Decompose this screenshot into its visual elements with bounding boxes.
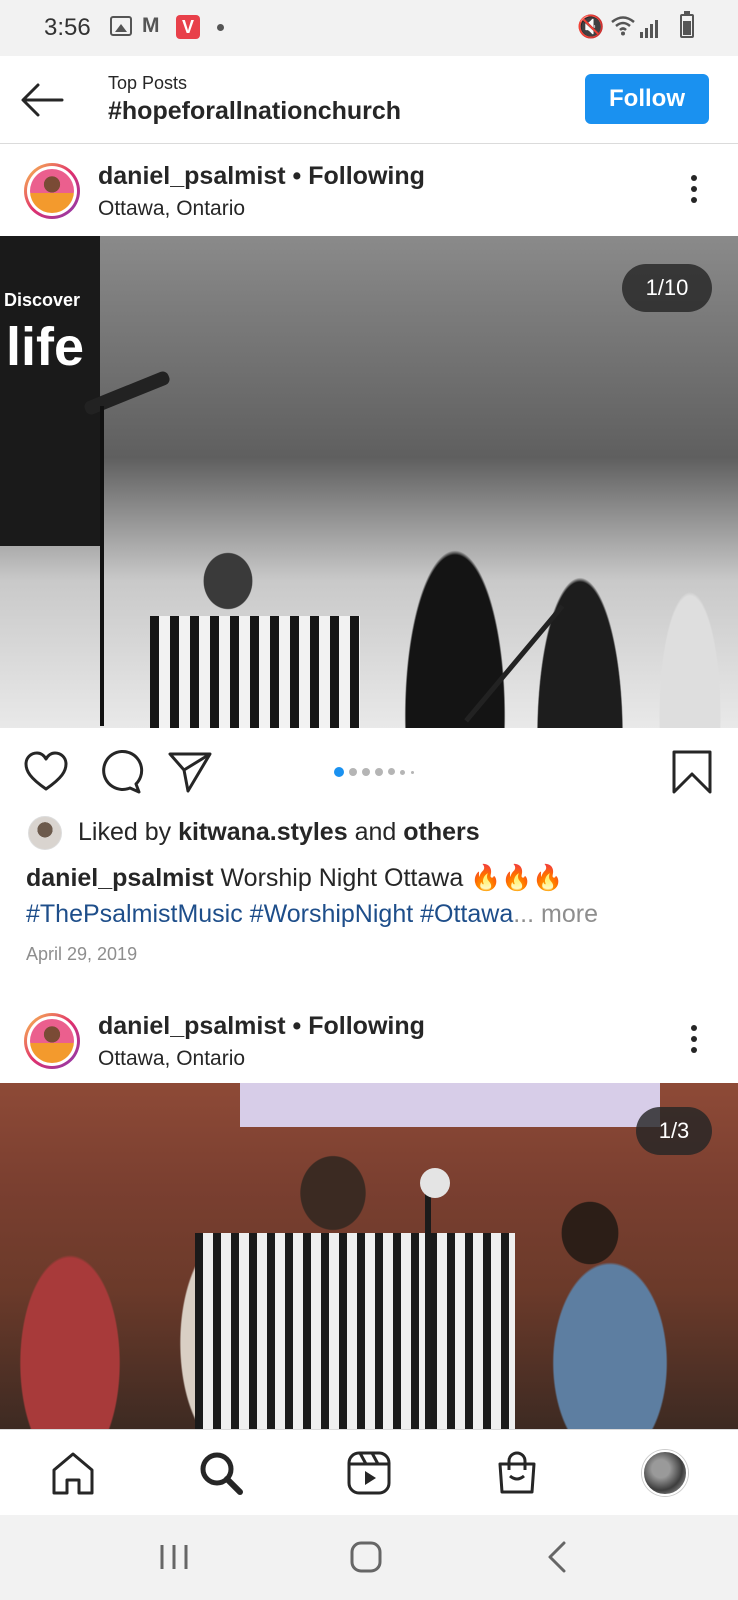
vivaldi-icon: V [176,15,200,39]
projection-screen [240,1083,660,1127]
status-bar: 3:56 M V 🔇 [0,0,738,56]
more-options-icon[interactable] [682,171,706,211]
separator-dot: • [292,162,302,190]
post-username[interactable]: daniel_psalmist [98,1012,286,1040]
liker-avatar [28,816,62,850]
post-location[interactable]: Ottawa, Ontario [98,1047,245,1071]
shop-icon[interactable] [492,1448,542,1498]
battery-icon [680,11,694,38]
church-banner: Discover life [4,290,85,377]
wifi-icon [610,14,636,42]
back-arrow-icon[interactable] [18,78,66,122]
avatar[interactable] [24,1013,80,1069]
following-label[interactable]: Following [308,1012,425,1040]
profile-avatar[interactable] [642,1450,688,1496]
post-image[interactable]: Discover life 1/10 [0,236,738,728]
like-heart-icon[interactable] [22,748,70,796]
hashtag-title: #hopeforallnationchurch [108,97,402,125]
avatar[interactable] [24,163,80,219]
bookmark-save-icon[interactable] [668,748,716,796]
top-posts-header: Top Posts #hopeforallnationchurch Follow [0,56,738,144]
post-location[interactable]: Ottawa, Ontario [98,197,245,221]
home-icon[interactable] [48,1448,98,1498]
mute-icon: 🔇 [577,14,605,39]
post-header: daniel_psalmist • Following Ottawa, Onta… [0,995,738,1083]
bottom-navigation [0,1429,738,1515]
caption-text: Worship Night Ottawa 🔥🔥🔥 [220,864,564,892]
post-username[interactable]: daniel_psalmist [98,162,286,190]
gallery-icon [110,16,132,36]
liker-username[interactable]: kitwana.styles [178,818,348,846]
post-author-line: daniel_psalmist • Following [98,162,425,191]
mic-stand [100,406,104,726]
caption-username[interactable]: daniel_psalmist [26,864,214,892]
caption-hashtags[interactable]: #ThePsalmistMusic #WorshipNight #Ottawa [26,900,513,928]
home-circle-icon[interactable] [344,1537,388,1577]
post-date: April 29, 2019 [26,944,138,964]
microphone [420,1168,450,1198]
likes-summary[interactable]: Liked by kitwana.styles and others [0,814,738,854]
status-time: 3:56 [44,14,91,41]
post-caption: daniel_psalmist Worship Night Ottawa 🔥🔥🔥… [26,860,716,932]
back-chevron-icon[interactable] [536,1537,580,1577]
share-send-icon[interactable] [166,748,214,796]
gmail-icon: M [142,14,160,37]
post-actions [0,728,738,814]
notification-dot-icon [217,24,224,31]
follow-button[interactable]: Follow [585,74,709,124]
likers-others[interactable]: others [403,818,479,846]
following-label[interactable]: Following [308,162,425,190]
image-counter: 1/10 [622,264,712,312]
system-navigation-bar [0,1515,738,1600]
likes-text: Liked by kitwana.styles and others [78,818,480,846]
image-counter: 1/3 [636,1107,712,1155]
comment-icon[interactable] [96,748,144,796]
reels-icon[interactable] [344,1448,394,1498]
post-author-line: daniel_psalmist • Following [98,1012,425,1041]
more-options-icon[interactable] [682,1021,706,1061]
mic-stand [425,1173,431,1429]
search-icon[interactable] [196,1448,246,1498]
caption-more-link[interactable]: ... more [513,900,598,928]
mic-stand [464,604,565,723]
header-subtitle: Top Posts [108,73,188,93]
separator-dot: • [292,1012,302,1040]
post-image[interactable]: 1/3 [0,1083,738,1429]
recents-icon[interactable] [152,1537,196,1577]
signal-icon [640,18,662,38]
post-header: daniel_psalmist • Following Ottawa, Onta… [0,145,738,233]
